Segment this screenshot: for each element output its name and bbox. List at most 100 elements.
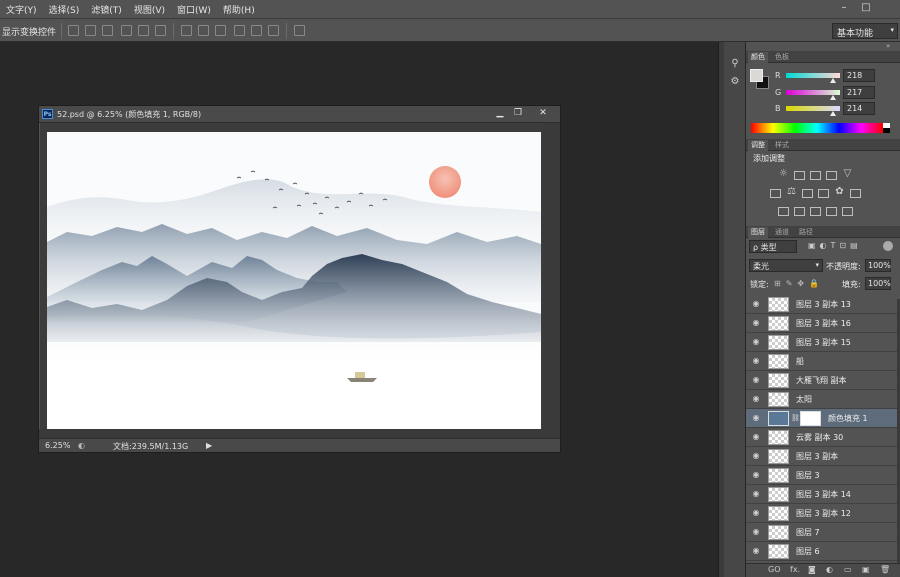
eye-icon[interactable]: ◉ — [751, 489, 761, 499]
vertical-scrollbar[interactable] — [543, 123, 560, 438]
layer-row[interactable]: ◉ 图层 3 副本 16 — [746, 314, 897, 333]
layer-row[interactable]: ◉ 太阳 — [746, 390, 897, 409]
align-left-icon[interactable] — [68, 25, 79, 36]
eye-icon[interactable]: ◉ — [751, 546, 761, 556]
tab-styles[interactable]: 样式 — [772, 140, 792, 151]
b-slider-thumb[interactable] — [830, 111, 836, 116]
eye-icon[interactable]: ◉ — [751, 318, 761, 328]
menu-text[interactable]: 文字(Y) — [0, 3, 43, 16]
align-hcenter-icon[interactable] — [85, 25, 96, 36]
threshold-icon[interactable] — [810, 207, 821, 216]
layer-row[interactable]: ◉ 图层 3 副本 13 — [746, 295, 897, 314]
filter-toggle-icon[interactable] — [883, 241, 893, 251]
eye-icon[interactable]: ◉ — [751, 451, 761, 461]
lock-icons[interactable]: ⊞✎✥🔒 — [774, 279, 824, 288]
align-top-icon[interactable] — [121, 25, 132, 36]
invert-icon[interactable] — [778, 207, 789, 216]
distribute-left-icon[interactable] — [234, 25, 245, 36]
distribute-right-icon[interactable] — [268, 25, 279, 36]
layer-filter-select[interactable]: ρ 类型 — [749, 240, 797, 253]
layer-row[interactable]: ◉ 云雾 副本 30 — [746, 428, 897, 447]
fx-icon[interactable]: fx. — [790, 565, 800, 574]
align-right-icon[interactable] — [102, 25, 113, 36]
app-minimize-button[interactable]: – — [836, 1, 852, 15]
layer-row[interactable]: ◉ 大雁飞翔 副本 — [746, 371, 897, 390]
eye-icon[interactable]: ◉ — [751, 508, 761, 518]
eye-icon[interactable]: ◉ — [751, 337, 761, 347]
layer-row[interactable]: ◉ 图层 3 副本 — [746, 447, 897, 466]
document-window[interactable]: Ps 52.psd @ 6.25% (颜色填充 1, RGB/8) ▁ ❐ ✕ — [38, 105, 561, 453]
align-bottom-icon[interactable] — [155, 25, 166, 36]
menu-filter[interactable]: 滤镜(T) — [85, 3, 128, 16]
layer-row[interactable]: ◉ 图层 6 — [746, 542, 897, 561]
curves-icon[interactable] — [810, 171, 821, 180]
align-vcenter-icon[interactable] — [138, 25, 149, 36]
layer-row[interactable]: ◉ 图层 3 副本 15 — [746, 333, 897, 352]
tab-color[interactable]: 颜色 — [748, 52, 768, 63]
eye-icon[interactable]: ◉ — [751, 375, 761, 385]
doc-restore-button[interactable]: ❐ — [509, 107, 527, 120]
menu-help[interactable]: 帮助(H) — [217, 3, 261, 16]
color-spectrum-ramp[interactable] — [751, 123, 890, 133]
add-mask-icon[interactable]: ◙ — [808, 565, 816, 574]
auto-align-icon[interactable] — [294, 25, 305, 36]
channel-mixer-icon[interactable]: ✿ — [834, 187, 845, 197]
layer-row[interactable]: ◉ 图层 3 副本 12 — [746, 504, 897, 523]
delete-layer-icon[interactable]: 🗑 — [880, 565, 890, 574]
workspace-select[interactable]: 基本功能 ▾ — [832, 23, 898, 39]
new-adjustment-icon[interactable]: ◐ — [826, 565, 833, 574]
black-white-icon[interactable] — [802, 189, 813, 198]
doc-minimize-button[interactable]: ▁ — [491, 107, 509, 120]
menu-select[interactable]: 选择(S) — [43, 3, 86, 16]
status-menu-arrow-icon[interactable]: ▶ — [206, 441, 212, 450]
distribute-hcenter-icon[interactable] — [251, 25, 262, 36]
doc-close-button[interactable]: ✕ — [532, 107, 554, 120]
eye-icon[interactable]: ◉ — [751, 356, 761, 366]
layer-row[interactable]: ◉ 图层 7 — [746, 523, 897, 542]
history-brush-icon[interactable]: ⚲ — [728, 58, 742, 72]
photo-filter-icon[interactable] — [818, 189, 829, 198]
levels-icon[interactable] — [794, 171, 805, 180]
zoom-level[interactable]: 6.25% — [45, 441, 70, 450]
exposure-icon[interactable] — [826, 171, 837, 180]
g-slider-thumb[interactable] — [830, 95, 836, 100]
black-white-swatch[interactable] — [883, 123, 890, 133]
menu-view[interactable]: 视图(V) — [128, 3, 171, 16]
eye-icon[interactable]: ◉ — [751, 470, 761, 480]
eye-icon[interactable]: ◉ — [751, 432, 761, 442]
distribute-vcenter-icon[interactable] — [198, 25, 209, 36]
color-balance-icon[interactable]: ⚖ — [786, 187, 797, 197]
tab-paths[interactable]: 路径 — [796, 227, 816, 238]
fill-color-thumbnail[interactable] — [768, 411, 789, 426]
document-canvas[interactable] — [47, 132, 541, 429]
r-value-input[interactable]: 218 — [843, 69, 875, 82]
color-lookup-icon[interactable] — [850, 189, 861, 198]
layer-row-selected[interactable]: ◉ ⛓ 颜色填充 1 — [746, 409, 897, 428]
opacity-input[interactable]: 100% — [865, 259, 891, 272]
foreground-color-swatch[interactable] — [750, 69, 763, 82]
link-layers-icon[interactable]: GO — [768, 565, 781, 574]
g-value-input[interactable]: 217 — [843, 86, 875, 99]
layer-filter-icons[interactable]: ▣◐T⊡▤ — [808, 241, 862, 250]
fill-input[interactable]: 100% — [865, 277, 891, 290]
tool-presets-icon[interactable]: ⚙ — [728, 76, 742, 90]
hue-saturation-icon[interactable] — [770, 189, 781, 198]
new-layer-icon[interactable]: ▣ — [862, 565, 870, 574]
tab-layers[interactable]: 图层 — [748, 227, 768, 238]
new-group-icon[interactable]: ▭ — [844, 565, 852, 574]
eye-icon[interactable]: ◉ — [751, 413, 761, 423]
vibrance-icon[interactable]: ▽ — [842, 169, 853, 179]
distribute-top-icon[interactable] — [181, 25, 192, 36]
horizontal-scrollbar[interactable] — [39, 429, 560, 438]
layer-row[interactable]: ◉ 图层 3 副本 14 — [746, 485, 897, 504]
layer-mask-thumbnail[interactable] — [800, 411, 821, 426]
selective-color-icon[interactable] — [826, 207, 837, 216]
b-value-input[interactable]: 214 — [843, 102, 875, 115]
tab-swatches[interactable]: 色板 — [772, 52, 792, 63]
menu-window[interactable]: 窗口(W) — [171, 3, 217, 16]
show-transform-controls[interactable]: 显示变换控件 — [2, 25, 56, 38]
status-info-icon[interactable]: ◐ — [78, 441, 85, 450]
layer-row[interactable]: ◉ 船 — [746, 352, 897, 371]
posterize-icon[interactable] — [794, 207, 805, 216]
layer-row[interactable]: ◉ 图层 3 — [746, 466, 897, 485]
